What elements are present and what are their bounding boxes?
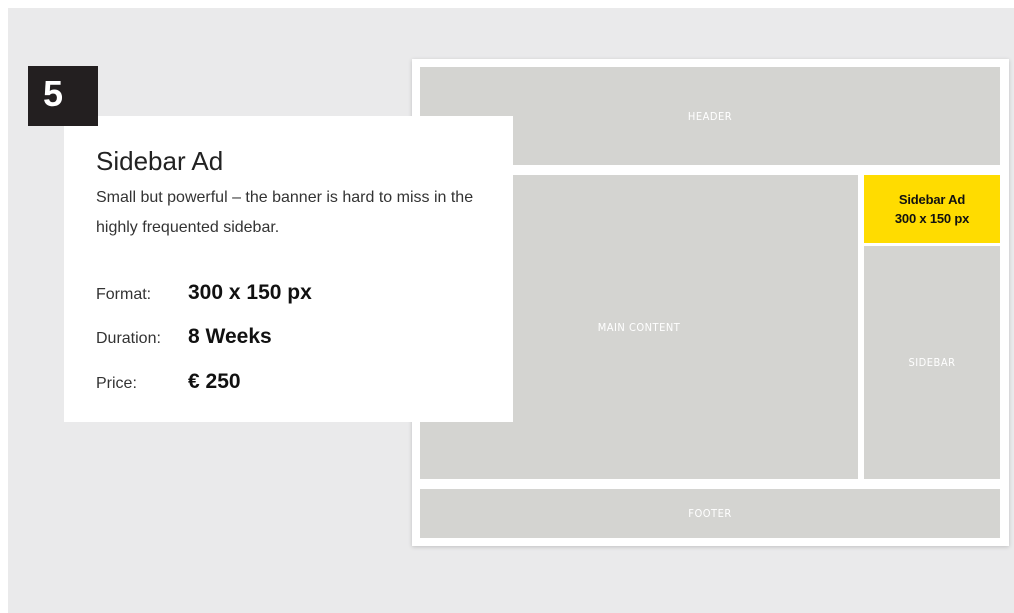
badge-number: 5 [43,73,64,114]
ad-info-card: Sidebar Ad Small but powerful – the bann… [64,116,513,422]
spec-label-duration: Duration: [96,330,161,347]
spec-value-duration: 8 Weeks [188,325,272,348]
mockup-footer-area: FOOTER [420,489,1000,538]
ad-title: Sidebar Ad [96,146,224,176]
mockup-sidebar-ad-highlight: Sidebar Ad 300 x 150 px [864,175,1000,243]
spec-label-price: Price: [96,375,137,392]
spec-value-price: € 250 [188,370,241,393]
mockup-main-label: MAIN CONTENT [597,320,681,334]
ad-description: Small but powerful – the banner is hard … [96,189,474,236]
mockup-footer-label: FOOTER [688,507,732,520]
mockup-ad-title: Sidebar Ad [898,192,966,207]
ad-number-badge: 5 [28,66,98,126]
mockup-sidebar-label: SIDEBAR [908,356,956,369]
mockup-sidebar-area: SIDEBAR [864,246,1000,479]
spec-value-format: 300 x 150 px [188,281,312,304]
spec-row-duration: Duration: 8 Weeks [96,325,272,349]
mockup-header-label: HEADER [687,109,733,123]
ad-placement-panel: HEADER MAIN CONTENT Sidebar Ad 300 x 150… [8,8,1014,613]
mockup-ad-size: 300 x 150 px [894,211,970,226]
spec-row-format: Format: 300 x 150 px [96,281,312,305]
spec-label-format: Format: [96,286,152,303]
spec-row-price: Price: € 250 [96,370,241,394]
